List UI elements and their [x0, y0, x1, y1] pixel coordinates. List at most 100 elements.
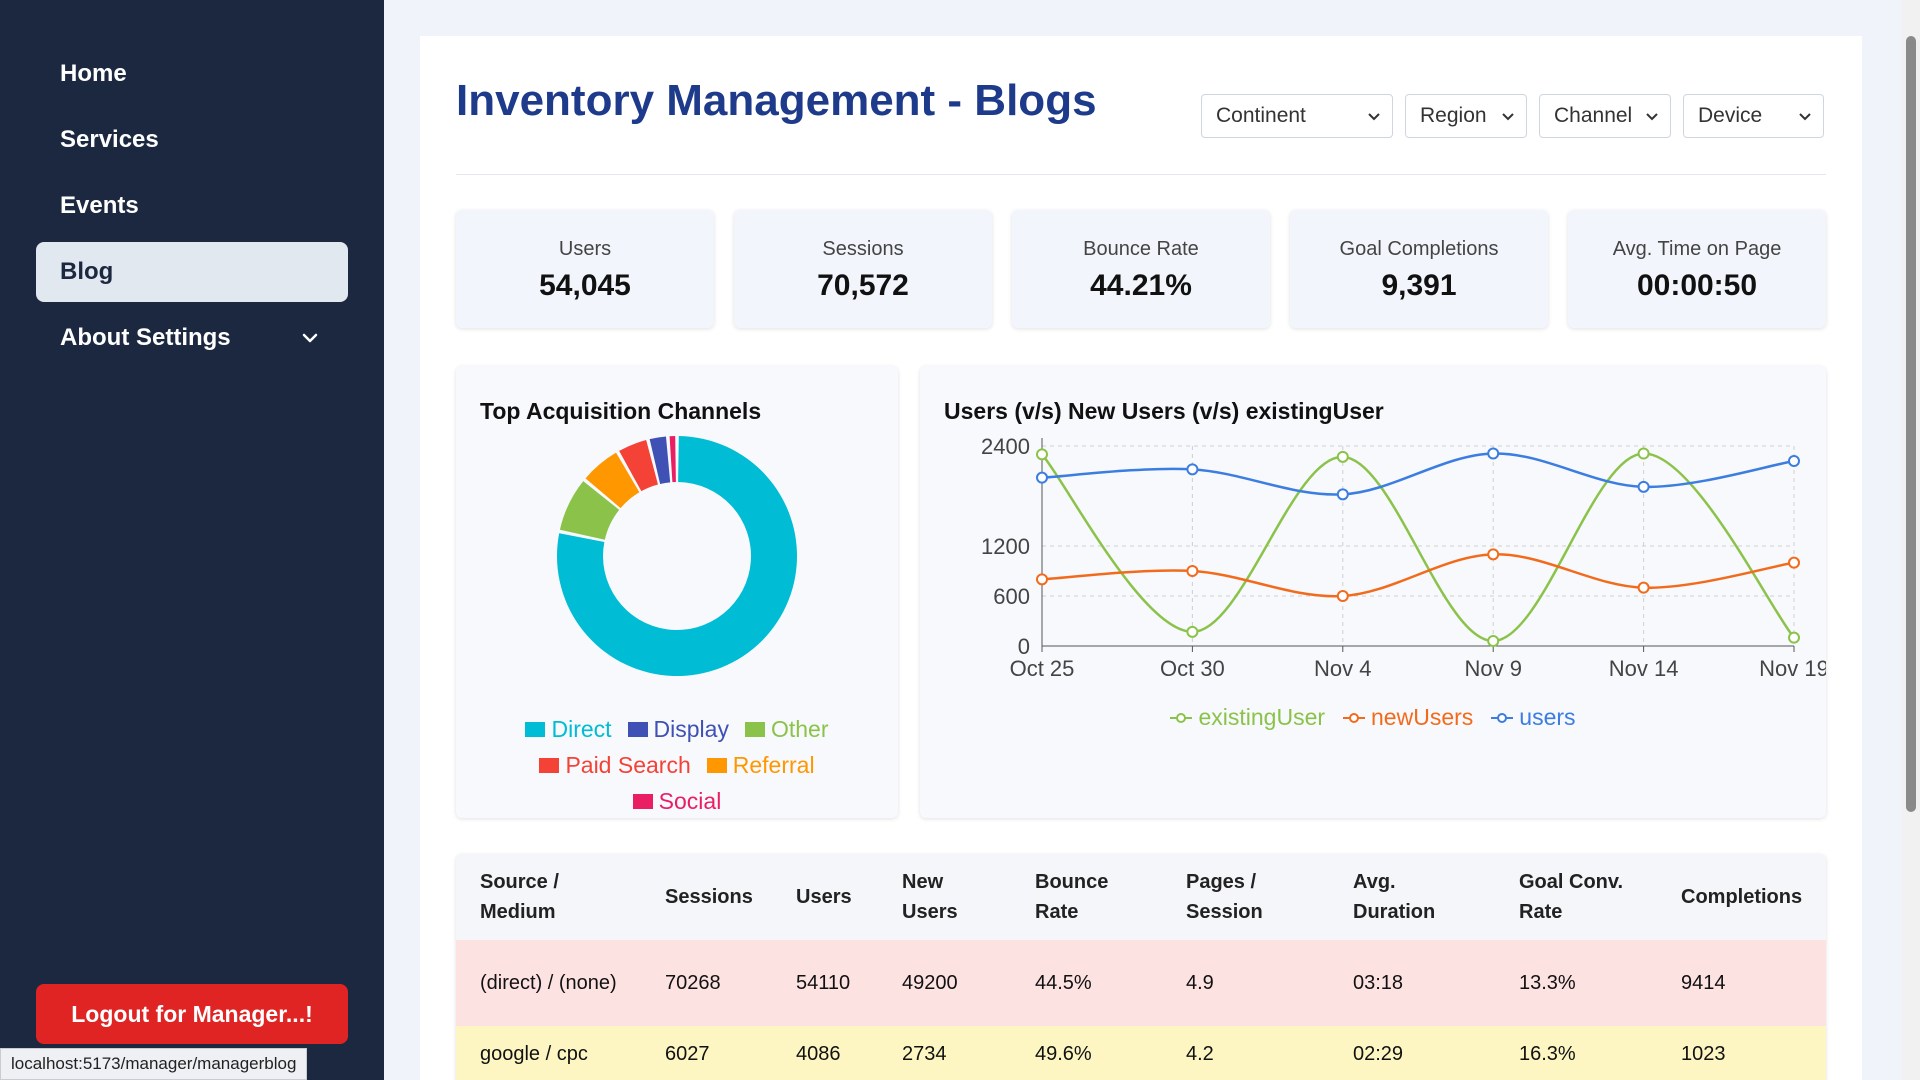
- scrollbar-thumb[interactable]: [1906, 36, 1916, 812]
- legend-marker-icon: [1343, 712, 1366, 723]
- legend-item-users[interactable]: users: [1491, 704, 1576, 731]
- column-header[interactable]: Pages / Session: [1162, 854, 1329, 940]
- x-tick-label: Nov 19: [1759, 656, 1826, 681]
- legend-label: Display: [653, 716, 729, 742]
- data-point-newUsers[interactable]: [1186, 565, 1199, 577]
- table-row[interactable]: (direct) / (none) 70268 54110 49200 44.5…: [456, 940, 1826, 1026]
- legend-label: Social: [658, 788, 722, 814]
- donut-slice-social[interactable]: [669, 436, 676, 483]
- page-scrollbar[interactable]: [1902, 0, 1920, 1080]
- data-point-existingUser[interactable]: [1487, 635, 1500, 647]
- kpi-value: 9,391: [1381, 269, 1457, 302]
- table-cell: 4.9: [1162, 940, 1329, 1026]
- data-point-existingUser[interactable]: [1336, 450, 1349, 463]
- legend-swatch: [632, 794, 653, 809]
- data-point-newUsers[interactable]: [1487, 548, 1500, 561]
- sidebar-item-label: About Settings: [60, 324, 231, 351]
- region-select[interactable]: Region: [1405, 94, 1527, 138]
- data-point-users[interactable]: [1788, 455, 1800, 467]
- kpi-card-bounce-rate: Bounce Rate 44.21%: [1012, 210, 1270, 328]
- data-point-users[interactable]: [1036, 471, 1048, 484]
- data-point-existingUser[interactable]: [1637, 447, 1650, 460]
- sidebar-item-events[interactable]: Events: [36, 176, 348, 236]
- data-point-users[interactable]: [1637, 480, 1650, 493]
- data-point-existingUser[interactable]: [1788, 631, 1800, 644]
- legend-item-direct[interactable]: Direct: [525, 716, 612, 743]
- legend-swatch: [539, 758, 560, 773]
- legend-marker-icon: [1491, 712, 1514, 723]
- table-row[interactable]: google / cpc 6027 4086 2734 49.6% 4.2 02…: [456, 1026, 1826, 1080]
- table-cell: 4.2: [1162, 1026, 1329, 1080]
- data-point-existingUser[interactable]: [1186, 625, 1199, 638]
- data-point-newUsers[interactable]: [1036, 573, 1048, 586]
- line-legend: existingUser newUsers users: [920, 704, 1826, 731]
- header-divider: [456, 174, 1826, 175]
- legend-label: newUsers: [1371, 704, 1474, 730]
- sidebar-item-home[interactable]: Home: [36, 44, 348, 104]
- data-point-newUsers[interactable]: [1788, 556, 1800, 569]
- continent-select[interactable]: Continent: [1201, 94, 1393, 138]
- sidebar-item-services[interactable]: Services: [36, 110, 348, 170]
- column-header[interactable]: Avg. Duration: [1329, 854, 1495, 940]
- column-header[interactable]: Users: [772, 854, 878, 940]
- legend-item-existing-user[interactable]: existingUser: [1170, 704, 1325, 731]
- kpi-value: 70,572: [817, 269, 909, 302]
- legend-swatch: [744, 722, 765, 737]
- kpi-value: 44.21%: [1090, 269, 1192, 302]
- data-point-existingUser[interactable]: [1036, 448, 1048, 461]
- table-cell: google / cpc: [456, 1026, 641, 1080]
- sidebar-item-about-settings[interactable]: About Settings: [36, 308, 348, 368]
- legend-item-social[interactable]: Social: [632, 788, 722, 815]
- column-header[interactable]: Source / Medium: [456, 854, 641, 940]
- column-header[interactable]: Sessions: [641, 854, 772, 940]
- donut-legend-row: Paid Search Referral: [456, 752, 898, 779]
- column-header[interactable]: Goal Conv. Rate: [1495, 854, 1657, 940]
- table-cell: 03:18: [1329, 940, 1495, 1026]
- sidebar-item-label: Home: [60, 60, 127, 87]
- status-bar-url: localhost:5173/manager/managerblog: [0, 1048, 308, 1080]
- legend-label: Direct: [551, 716, 612, 742]
- logout-button[interactable]: Logout for Manager...!: [36, 984, 348, 1044]
- sidebar-item-label: Services: [60, 126, 159, 153]
- donut-legend-row: Direct Display Other: [456, 716, 898, 743]
- data-point-users[interactable]: [1336, 488, 1349, 501]
- data-point-newUsers[interactable]: [1336, 590, 1349, 602]
- device-select-label: Device: [1698, 104, 1763, 127]
- kpi-value: 54,045: [539, 269, 631, 302]
- table-cell: 49.6%: [1011, 1026, 1162, 1080]
- y-tick-label: 1200: [981, 534, 1030, 559]
- legend-item-new-users[interactable]: newUsers: [1343, 704, 1473, 731]
- kpi-card-sessions: Sessions 70,572: [734, 210, 992, 328]
- data-point-newUsers[interactable]: [1637, 581, 1650, 594]
- legend-label: users: [1519, 704, 1576, 730]
- table-cell: 16.3%: [1495, 1026, 1657, 1080]
- legend-item-display[interactable]: Display: [627, 716, 729, 743]
- sidebar-item-blog[interactable]: Blog: [36, 242, 348, 302]
- channel-select-label: Channel: [1554, 104, 1633, 127]
- column-header[interactable]: New Users: [878, 854, 1011, 940]
- legend-item-referral[interactable]: Referral: [706, 752, 815, 779]
- kpi-label: Bounce Rate: [1083, 238, 1199, 260]
- x-tick-label: Nov 4: [1314, 656, 1371, 681]
- sidebar-item-label: Events: [60, 192, 139, 219]
- legend-item-other[interactable]: Other: [744, 716, 829, 743]
- data-point-users[interactable]: [1487, 447, 1500, 460]
- device-select[interactable]: Device: [1683, 94, 1824, 138]
- users-line-chart-card: Users (v/s) New Users (v/s) existingUser…: [920, 366, 1826, 818]
- channel-select[interactable]: Channel: [1539, 94, 1671, 138]
- legend-label: Other: [770, 716, 829, 742]
- column-header[interactable]: Completions: [1657, 854, 1826, 940]
- legend-item-paid-search[interactable]: Paid Search: [539, 752, 691, 779]
- y-tick-label: 2400: [981, 434, 1030, 459]
- sidebar-item-label: Blog: [60, 258, 114, 285]
- legend-swatch: [627, 722, 648, 737]
- table-cell: 54110: [772, 940, 878, 1026]
- table-cell: 1023: [1657, 1026, 1826, 1080]
- data-point-users[interactable]: [1186, 463, 1199, 476]
- data-table: Source / Medium Sessions Users New Users…: [456, 854, 1826, 1080]
- column-header[interactable]: Bounce Rate: [1011, 854, 1162, 940]
- chevron-down-icon: [1502, 113, 1514, 121]
- main-panel: Inventory Management - Blogs Continent R…: [420, 36, 1862, 1080]
- x-tick-label: Oct 30: [1160, 656, 1225, 681]
- kpi-card-avg-time: Avg. Time on Page 00:00:50: [1568, 210, 1826, 328]
